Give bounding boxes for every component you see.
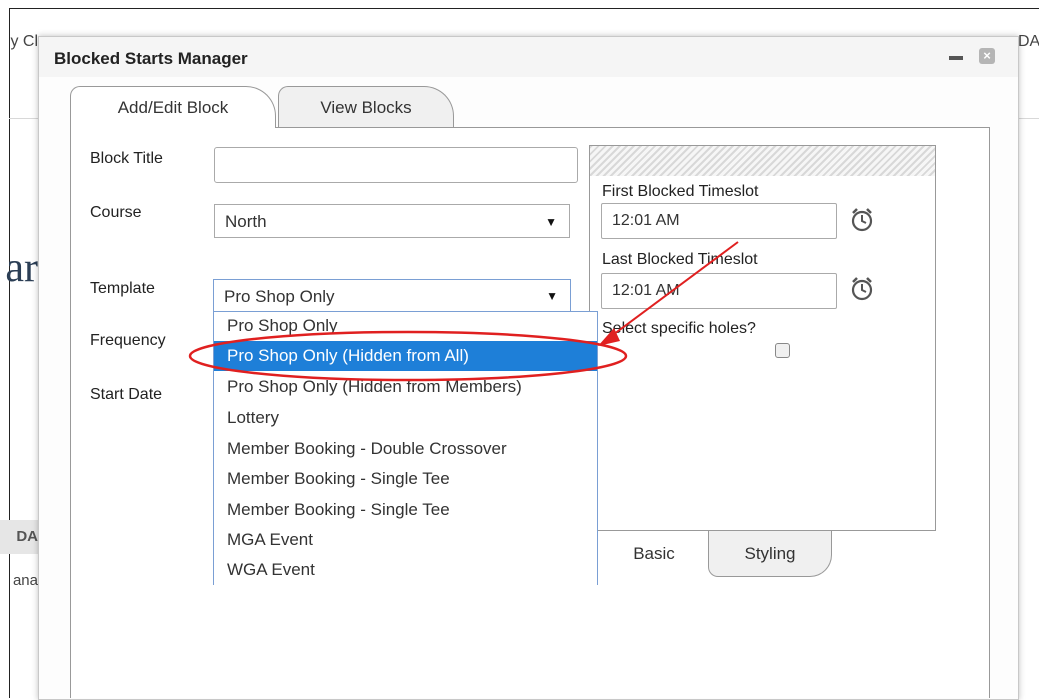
close-icon[interactable]: ×	[979, 48, 995, 64]
first-timeslot-label: First Blocked Timeslot	[602, 183, 759, 200]
triangle-down-icon: ▼	[546, 289, 558, 303]
tab-basic[interactable]: Basic	[600, 531, 708, 577]
template-select-value: Pro Shop Only	[224, 287, 335, 306]
tab-label: View Blocks	[320, 98, 412, 117]
template-select[interactable]: Pro Shop Only ▼	[213, 279, 571, 312]
course-label: Course	[90, 204, 142, 221]
dialog-title: Blocked Starts Manager	[54, 49, 248, 68]
block-title-label: Block Title	[90, 150, 163, 167]
background-tab-fragment: DA	[0, 520, 38, 554]
background-text-top-right: DA	[1018, 33, 1039, 50]
dropdown-option-selected[interactable]: Pro Shop Only (Hidden from All)	[214, 341, 597, 371]
clock-icon[interactable]	[850, 207, 874, 233]
template-dropdown-list[interactable]: Pro Shop Only Pro Shop Only (Hidden from…	[213, 311, 598, 585]
clock-icon[interactable]	[850, 276, 874, 302]
select-holes-checkbox[interactable]	[775, 343, 790, 358]
dropdown-option[interactable]: Pro Shop Only (Hidden from Members)	[214, 374, 597, 400]
course-select-value: North	[225, 212, 267, 231]
background-text-fragment: ana	[12, 572, 38, 589]
last-timeslot-label: Last Blocked Timeslot	[602, 251, 758, 268]
tab-add-edit-block[interactable]: Add/Edit Block	[70, 86, 276, 128]
start-date-label: Start Date	[90, 386, 163, 403]
panel-header-hatch	[590, 146, 935, 176]
last-timeslot-input[interactable]: 12:01 AM	[601, 273, 837, 309]
tab-label: Styling	[744, 544, 796, 563]
course-select[interactable]: North ▼	[214, 204, 570, 238]
frequency-label: Frequency	[90, 332, 166, 349]
select-holes-label: Select specific holes?	[602, 320, 756, 337]
background-heading-fragment: ar	[5, 245, 38, 291]
minimize-icon[interactable]	[949, 56, 963, 60]
first-timeslot-input[interactable]: 12:01 AM	[601, 203, 837, 239]
tab-label: Basic	[633, 544, 675, 563]
active-tab-joint	[71, 126, 275, 129]
triangle-down-icon: ▼	[545, 215, 557, 229]
tab-styling[interactable]: Styling	[708, 531, 832, 577]
dropdown-option[interactable]: WGA Event	[214, 557, 597, 583]
dropdown-option[interactable]: Pro Shop Only	[214, 313, 597, 339]
dropdown-option[interactable]: Member Booking - Single Tee	[214, 497, 597, 523]
tab-view-blocks[interactable]: View Blocks	[278, 86, 454, 128]
tab-label: Add/Edit Block	[117, 98, 229, 117]
background-text-top-left: y Cl	[10, 33, 38, 50]
block-title-input[interactable]	[214, 147, 578, 183]
dropdown-option[interactable]: MGA Event	[214, 527, 597, 553]
dialog-titlebar[interactable]: Blocked Starts Manager ×	[39, 37, 1018, 77]
dropdown-option[interactable]: Lottery	[214, 405, 597, 431]
dropdown-option[interactable]: Member Booking - Double Crossover	[214, 436, 597, 462]
dropdown-option[interactable]: Member Booking - Single Tee	[214, 466, 597, 492]
template-label: Template	[90, 280, 155, 297]
